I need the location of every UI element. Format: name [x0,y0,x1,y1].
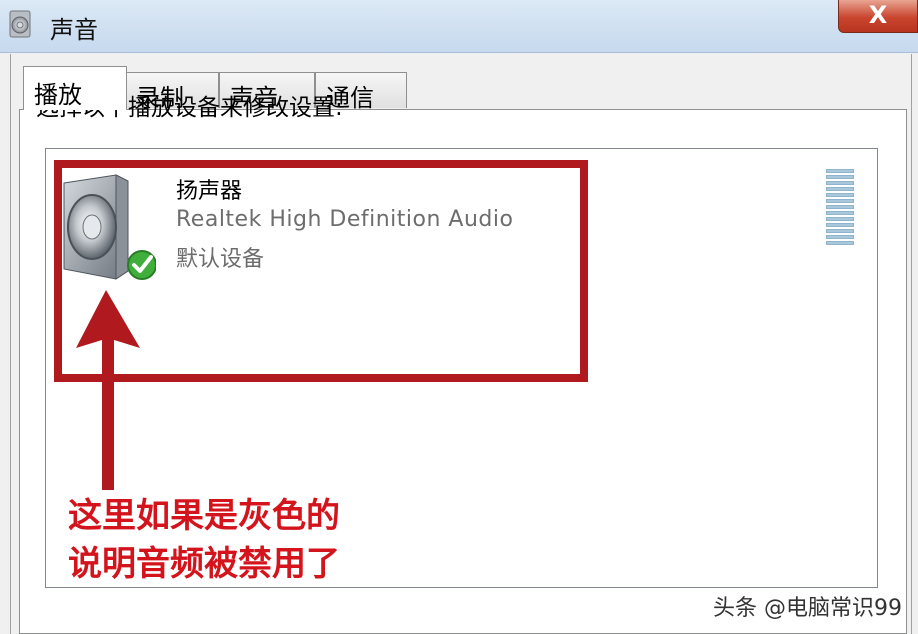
speaker-icon [63,174,156,280]
device-driver: Realtek High Definition Audio [176,207,514,232]
device-status: 默认设备 [176,247,265,272]
close-button[interactable]: X [838,0,918,33]
annotation-line-1: 这里如果是灰色的 [68,496,340,536]
tab-playback[interactable]: 播放 [23,66,127,110]
speaker-app-icon [9,10,31,38]
annotation-line-2: 说明音频被禁用了 [68,544,340,584]
volume-level-meter [826,169,856,249]
annotation-text: 这里如果是灰色的 说明音频被禁用了 [68,492,340,588]
watermark: 头条 @电脑常识99 [713,596,902,621]
title-bar: 声音 X [0,0,918,53]
tab-label: 播放 [34,81,82,109]
device-name: 扬声器 [176,179,243,204]
close-icon: X [868,1,888,29]
annotation-arrow-icon [76,290,140,490]
window-title: 声音 [50,16,98,44]
